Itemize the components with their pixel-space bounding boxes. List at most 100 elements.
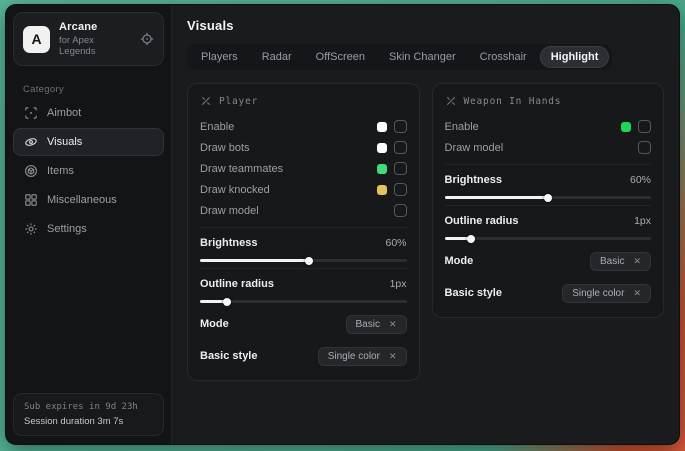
toggle-label: Enable bbox=[200, 121, 234, 133]
tag-row-label: Mode bbox=[200, 318, 229, 330]
slider-value: 60% bbox=[385, 237, 406, 249]
sidebar-item-settings[interactable]: Settings bbox=[13, 215, 164, 243]
checkbox[interactable] bbox=[394, 141, 407, 154]
app-subtitle: for Apex Legends bbox=[59, 35, 131, 57]
basic-style-tag[interactable]: Single color ✕ bbox=[318, 347, 407, 366]
sidebar-item-label: Settings bbox=[47, 223, 87, 235]
slider-block-outline-radius: Outline radius 1px bbox=[200, 276, 407, 303]
sub-expiry-text: Sub expires in 9d 23h bbox=[24, 402, 153, 412]
tab-offscreen[interactable]: OffScreen bbox=[305, 46, 376, 68]
page-title: Visuals bbox=[187, 18, 664, 33]
close-icon[interactable]: ✕ bbox=[389, 352, 397, 361]
slider-thumb[interactable] bbox=[305, 257, 313, 265]
tab-radar[interactable]: Radar bbox=[251, 46, 303, 68]
sidebar-item-items[interactable]: Items bbox=[13, 157, 164, 185]
tag-row-basic-style: Basic style Single color ✕ bbox=[445, 282, 652, 304]
color-swatch[interactable] bbox=[377, 143, 387, 153]
tab-skin-changer[interactable]: Skin Changer bbox=[378, 46, 467, 68]
grid-icon bbox=[24, 193, 38, 207]
brightness-slider[interactable] bbox=[200, 259, 407, 262]
toggle-row-draw-teammates: Draw teammates bbox=[200, 158, 407, 179]
tag-row-mode: Mode Basic ✕ bbox=[445, 250, 652, 272]
slider-block-outline-radius: Outline radius 1px bbox=[445, 213, 652, 240]
checkbox[interactable] bbox=[638, 141, 651, 154]
tab-highlight[interactable]: Highlight bbox=[540, 46, 610, 68]
app-logo: A bbox=[23, 26, 50, 53]
sidebar-spacer bbox=[13, 243, 164, 393]
panel-title: Player bbox=[219, 96, 258, 107]
mode-tag[interactable]: Basic ✕ bbox=[590, 252, 651, 271]
sidebar-item-label: Miscellaneous bbox=[47, 194, 117, 206]
divider bbox=[200, 268, 407, 269]
checkbox[interactable] bbox=[394, 204, 407, 217]
slider-label: Outline radius bbox=[200, 278, 274, 290]
checkbox[interactable] bbox=[394, 120, 407, 133]
tag-value: Single color bbox=[572, 288, 624, 299]
tag-row-mode: Mode Basic ✕ bbox=[200, 313, 407, 335]
brightness-slider[interactable] bbox=[445, 196, 652, 199]
tag-row-label: Basic style bbox=[200, 350, 257, 362]
close-icon[interactable]: ✕ bbox=[389, 320, 397, 329]
toggle-label: Draw bots bbox=[200, 142, 250, 154]
eye-icon bbox=[24, 135, 38, 149]
main-content: Visuals Players Radar OffScreen Skin Cha… bbox=[172, 5, 679, 444]
checkbox[interactable] bbox=[394, 162, 407, 175]
box-icon bbox=[24, 164, 38, 178]
divider bbox=[445, 205, 652, 206]
target-icon[interactable] bbox=[140, 32, 154, 46]
crossed-swords-icon bbox=[445, 95, 457, 107]
gear-icon bbox=[24, 222, 38, 236]
color-swatch[interactable] bbox=[377, 185, 387, 195]
toggle-label: Draw knocked bbox=[200, 184, 270, 196]
sidebar-item-miscellaneous[interactable]: Miscellaneous bbox=[13, 186, 164, 214]
slider-label: Brightness bbox=[200, 237, 257, 249]
sidebar-nav: Aimbot Visuals Items bbox=[13, 99, 164, 243]
outline-radius-slider[interactable] bbox=[200, 300, 407, 303]
panel-title: Weapon In Hands bbox=[464, 96, 562, 107]
checkbox[interactable] bbox=[394, 183, 407, 196]
checkbox[interactable] bbox=[638, 120, 651, 133]
tab-crosshair[interactable]: Crosshair bbox=[469, 46, 538, 68]
slider-thumb[interactable] bbox=[467, 235, 475, 243]
color-swatch[interactable] bbox=[377, 164, 387, 174]
slider-value: 1px bbox=[634, 215, 651, 227]
app-title: Arcane bbox=[59, 21, 131, 33]
tag-value: Single color bbox=[328, 351, 380, 362]
close-icon[interactable]: ✕ bbox=[633, 289, 641, 298]
outline-radius-slider[interactable] bbox=[445, 237, 652, 240]
slider-label: Outline radius bbox=[445, 215, 519, 227]
color-swatch[interactable] bbox=[621, 122, 631, 132]
tab-bar: Players Radar OffScreen Skin Changer Cro… bbox=[187, 44, 612, 70]
divider bbox=[200, 227, 407, 228]
basic-style-tag[interactable]: Single color ✕ bbox=[562, 284, 651, 303]
toggle-label: Draw model bbox=[445, 142, 504, 154]
panel-player: Player Enable Draw bots bbox=[187, 83, 420, 381]
color-swatch[interactable] bbox=[377, 122, 387, 132]
slider-block-brightness: Brightness 60% bbox=[445, 172, 652, 199]
category-label: Category bbox=[23, 84, 164, 95]
slider-label: Brightness bbox=[445, 174, 502, 186]
close-icon[interactable]: ✕ bbox=[633, 257, 641, 266]
crossed-swords-icon bbox=[200, 95, 212, 107]
sidebar-item-aimbot[interactable]: Aimbot bbox=[13, 99, 164, 127]
tag-row-label: Mode bbox=[445, 255, 474, 267]
tab-players[interactable]: Players bbox=[190, 46, 249, 68]
slider-value: 1px bbox=[390, 278, 407, 290]
mode-tag[interactable]: Basic ✕ bbox=[346, 315, 407, 334]
tag-value: Basic bbox=[356, 319, 380, 330]
toggle-label: Enable bbox=[445, 121, 479, 133]
toggle-row-draw-bots: Draw bots bbox=[200, 137, 407, 158]
sidebar-item-visuals[interactable]: Visuals bbox=[13, 128, 164, 156]
panels-container: Player Enable Draw bots bbox=[187, 83, 664, 381]
slider-block-brightness: Brightness 60% bbox=[200, 235, 407, 262]
slider-thumb[interactable] bbox=[223, 298, 231, 306]
panel-weapon-header: Weapon In Hands bbox=[445, 95, 652, 107]
toggle-label: Draw model bbox=[200, 205, 259, 217]
tag-row-label: Basic style bbox=[445, 287, 502, 299]
panel-weapon-in-hands: Weapon In Hands Enable Draw model bbox=[432, 83, 665, 318]
app-meta: Arcane for Apex Legends bbox=[59, 21, 131, 57]
slider-thumb[interactable] bbox=[544, 194, 552, 202]
sidebar: A Arcane for Apex Legends Category bbox=[6, 5, 172, 444]
panel-player-header: Player bbox=[200, 95, 407, 107]
sidebar-item-label: Visuals bbox=[47, 136, 82, 148]
